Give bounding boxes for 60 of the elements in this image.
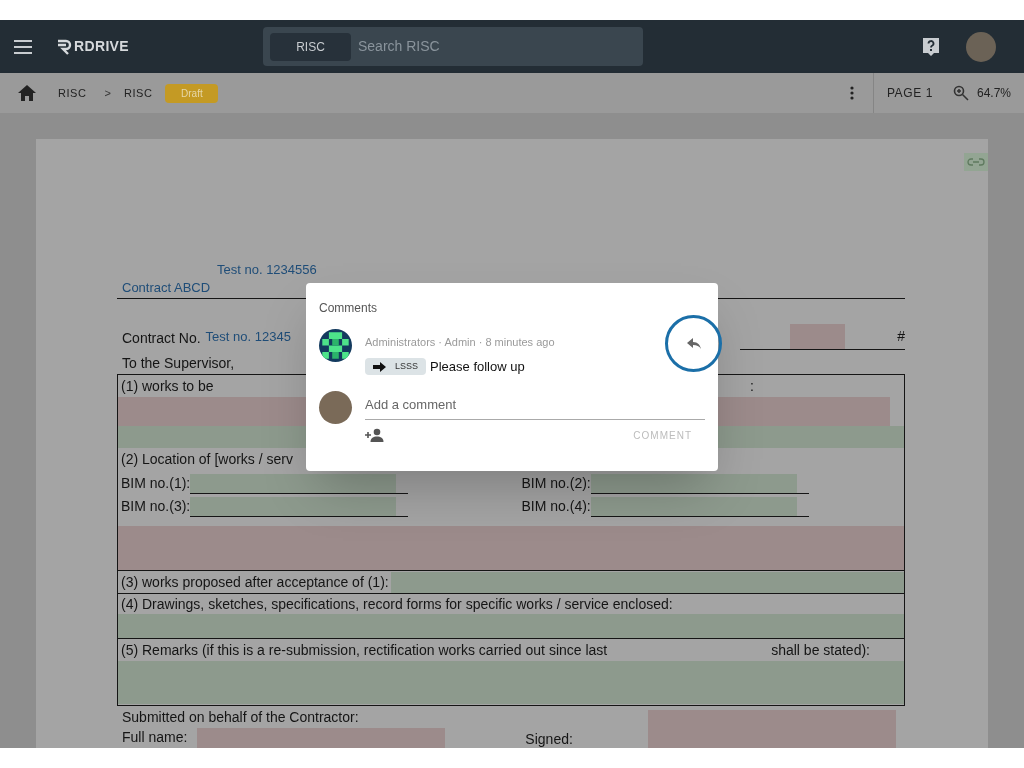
reply-button[interactable]: [665, 315, 722, 372]
add-person-icon[interactable]: [365, 428, 385, 442]
user-avatar: [319, 390, 352, 424]
contract-number: Test no. 12345: [205, 327, 291, 346]
zoom-level: 64.7%: [976, 85, 1011, 102]
menu-icon[interactable]: [14, 39, 32, 54]
arrow-icon: [373, 361, 386, 372]
input-field[interactable]: [190, 497, 397, 516]
addressee-text: To the Supervisor,: [122, 354, 235, 373]
home-icon[interactable]: [18, 85, 36, 101]
reply-icon: [686, 338, 701, 349]
input-field[interactable]: [590, 497, 797, 516]
help-icon[interactable]: [922, 36, 940, 57]
field-label: Full name:: [122, 728, 188, 747]
field-label: BIM no.(4):: [521, 497, 591, 516]
input-field[interactable]: [118, 661, 904, 704]
input-field[interactable]: [197, 728, 446, 748]
section-label: shall be stated):: [771, 640, 870, 660]
input-field[interactable]: [118, 526, 904, 570]
dialog-title: Comments: [319, 300, 378, 317]
identicon-avatar: [319, 329, 352, 362]
input-field[interactable]: [647, 710, 896, 748]
more-icon[interactable]: [849, 86, 854, 100]
input-field[interactable]: [190, 474, 397, 493]
input-field[interactable]: [118, 614, 904, 638]
breadcrumb-link[interactable]: RISC: [58, 84, 87, 102]
input-field[interactable]: [590, 474, 797, 493]
input-field[interactable]: [790, 324, 845, 349]
section-label: (4) Drawings, sketches, specifications, record forms for specific works / service enclosed:: [121, 594, 673, 614]
breadcrumb-link[interactable]: RISC: [123, 84, 153, 102]
zoom-icon[interactable]: [952, 85, 969, 101]
contract-name: Contract ABCD: [122, 280, 211, 295]
input-field[interactable]: [390, 571, 904, 593]
hash-mark: #: [897, 327, 905, 346]
search-field[interactable]: RISC Search RISC: [263, 27, 643, 66]
breadcrumb-separator: >: [104, 85, 111, 101]
colon-mark: :: [750, 376, 754, 396]
page-indicator: PAGE 1: [886, 85, 933, 102]
field-label: Signed:: [525, 730, 573, 748]
status-badge: Draft: [165, 83, 219, 103]
logo-icon: [56, 38, 72, 55]
section-label: (2) Location of [works / serv: [121, 450, 293, 469]
mention-chip[interactable]: LSSS: [365, 358, 426, 376]
comment-field[interactable]: Add a comment: [365, 395, 705, 420]
user-avatar[interactable]: [966, 31, 996, 62]
logo-text: RDRIVE: [74, 37, 129, 56]
comment-text: Please follow up: [430, 358, 525, 376]
test-number: Test no. 1234556: [217, 262, 317, 277]
field-label: BIM no.(3):: [121, 497, 191, 516]
contract-label: Contract No.: [122, 329, 201, 348]
section-label: (3) works proposed after acceptance of (1):: [120, 572, 390, 592]
signature-heading: Submitted on behalf of the Contractor:: [122, 708, 360, 727]
section-label: (5) Remarks (if this is a re-submission, rectification works carried out since last: [121, 640, 608, 660]
link-icon[interactable]: [964, 153, 988, 171]
field-label: BIM no.(1):: [121, 474, 191, 493]
search-input[interactable]: Search RISC: [358, 36, 539, 57]
field-label: BIM no.(2):: [521, 474, 591, 493]
section-label: (1) works to be: [121, 376, 214, 396]
comment-meta: Administrators · Admin · 8 minutes ago: [365, 335, 555, 350]
scope-button[interactable]: RISC: [270, 32, 351, 61]
